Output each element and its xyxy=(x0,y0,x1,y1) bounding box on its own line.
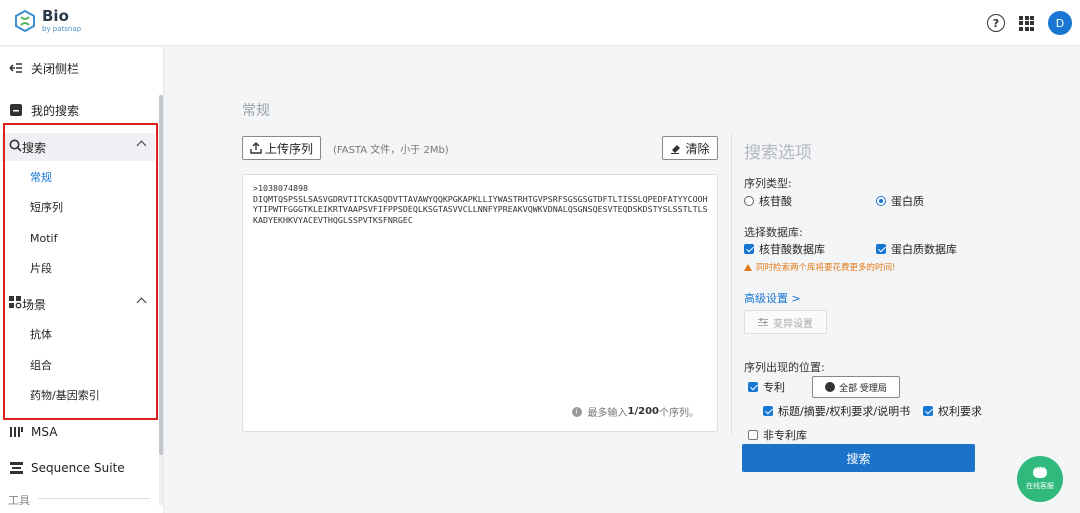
avatar[interactable]: D xyxy=(1048,11,1072,35)
warning-icon xyxy=(744,263,752,271)
warning-text: 同时检索两个库将要花费更多的时间! xyxy=(756,263,896,273)
upload-sequence-button[interactable]: 上传序列 xyxy=(242,136,321,160)
database-label: 选择数据库: xyxy=(744,226,803,239)
info-icon: i xyxy=(571,406,582,417)
checkbox-checked-icon xyxy=(923,406,933,416)
checkbox-checked-icon xyxy=(748,382,758,392)
logo[interactable]: Bio by patsnap xyxy=(14,9,81,33)
options-divider xyxy=(731,134,732,434)
search-options-title: 搜索选项 xyxy=(744,143,812,163)
sequence-type-label: 序列类型: xyxy=(744,177,792,190)
search-button[interactable]: 搜索 xyxy=(742,444,975,472)
radio-label: 核苷酸 xyxy=(759,195,792,208)
sidebar-item-label: 我的搜索 xyxy=(31,103,80,118)
sequence-input[interactable]: >1038074898 DIQMTQSPSSLSASVGDRVTITCKASQD… xyxy=(242,174,718,432)
sidebar-item-short-sequence[interactable]: 短序列 xyxy=(0,192,155,222)
sidebar-section-label: 搜索 xyxy=(22,140,47,155)
checkbox-non-patent[interactable]: 非专利库 xyxy=(748,427,807,443)
sidebar-item-fragment[interactable]: 片段 xyxy=(0,253,155,283)
clear-button[interactable]: 清除 xyxy=(662,136,718,160)
mutation-settings-button[interactable]: 变异设置 xyxy=(744,310,827,334)
sidebar: 关闭侧栏 我的搜索 搜索 常规 短序列 Motif 片段 场景 抗体 组合 药物… xyxy=(0,47,164,513)
upload-hint: (FASTA 文件，小于 2Mb) xyxy=(333,145,449,156)
page-title: 常规 xyxy=(242,103,270,119)
logo-subtitle: by patsnap xyxy=(42,25,82,33)
sidebar-item-label: Sequence Suite xyxy=(31,461,125,475)
sidebar-item-my-search[interactable]: 我的搜索 xyxy=(0,95,160,125)
suite-icon xyxy=(9,461,23,475)
checkbox-unchecked-icon xyxy=(748,430,758,440)
sequence-text[interactable]: >1038074898 DIQMTQSPSSLSASVGDRVTITCKASQD… xyxy=(253,183,709,225)
checkbox-label: 权利要求 xyxy=(938,405,982,418)
eraser-icon xyxy=(671,144,681,154)
checkbox-protein-db[interactable]: 蛋白质数据库 xyxy=(876,241,957,257)
checkbox-label: 核苷酸数据库 xyxy=(759,243,825,256)
upload-icon xyxy=(250,142,262,154)
radio-selected-icon xyxy=(876,196,886,206)
checkbox-patent[interactable]: 专利 xyxy=(748,379,785,395)
upload-label: 上传序列 xyxy=(264,141,313,156)
checkbox-label: 非专利库 xyxy=(763,429,807,442)
office-label: 全部 受理局 xyxy=(839,383,887,394)
logo-title: Bio xyxy=(42,7,69,25)
max-hint-prefix: 最多输入 xyxy=(587,408,628,419)
radio-label: 蛋白质 xyxy=(891,195,924,208)
sidebar-section-search[interactable]: 搜索 xyxy=(2,133,155,161)
position-label: 序列出现的位置: xyxy=(744,361,825,374)
help-icon[interactable]: ? xyxy=(987,14,1005,32)
mutation-settings-label: 变异设置 xyxy=(773,318,813,330)
checkbox-checked-icon xyxy=(876,244,886,254)
radio-icon xyxy=(744,196,754,206)
max-hint-count: 1/200 xyxy=(627,406,659,417)
checkbox-checked-icon xyxy=(763,406,773,416)
chevron-up-icon xyxy=(136,140,147,151)
checkbox-label: 专利 xyxy=(763,381,785,394)
apps-grid-icon[interactable] xyxy=(1019,15,1034,31)
max-sequence-hint: i 最多输入 1/200 个序列。 xyxy=(571,404,699,419)
sidebar-section-scene[interactable]: 场景 xyxy=(2,290,155,318)
sidebar-item-drug-gene-index[interactable]: 药物/基因索引 xyxy=(0,380,155,410)
sidebar-tools-heading: 工具 xyxy=(8,494,30,507)
advanced-settings-link[interactable]: 高级设置 > xyxy=(744,290,801,306)
bookmark-icon xyxy=(9,103,23,117)
sidebar-item-general[interactable]: 常规 xyxy=(0,162,155,192)
radio-nucleotide[interactable]: 核苷酸 xyxy=(744,193,792,209)
globe-icon xyxy=(825,382,836,392)
bio-logo-icon xyxy=(15,10,35,32)
checkbox-claims[interactable]: 权利要求 xyxy=(923,403,982,419)
chat-icon xyxy=(1033,464,1047,478)
sidebar-scrollbar-thumb[interactable] xyxy=(159,95,163,455)
close-sidebar-button[interactable]: 关闭侧栏 xyxy=(0,53,160,83)
sidebar-item-msa[interactable]: MSA xyxy=(0,417,160,447)
sidebar-item-label: MSA xyxy=(31,425,58,439)
warning-message: 同时检索两个库将要花费更多的时间! xyxy=(744,261,895,273)
radio-protein[interactable]: 蛋白质 xyxy=(876,193,924,209)
collapse-sidebar-icon xyxy=(9,61,23,75)
sidebar-section-label: 场景 xyxy=(22,297,47,312)
checkbox-checked-icon xyxy=(744,244,754,254)
scene-grid-icon xyxy=(9,296,22,312)
msa-icon xyxy=(9,425,23,439)
divider xyxy=(38,498,150,499)
online-support-button[interactable]: 在线客服 xyxy=(1017,456,1063,502)
top-bar: Bio by patsnap ? D xyxy=(0,0,1080,46)
chat-label: 在线客服 xyxy=(1026,482,1054,490)
checkbox-title-abstract[interactable]: 标题/摘要/权利要求/说明书 xyxy=(763,403,910,419)
sidebar-item-antibody[interactable]: 抗体 xyxy=(0,319,155,349)
sidebar-item-motif[interactable]: Motif xyxy=(0,223,155,253)
max-hint-suffix: 个序列。 xyxy=(659,408,699,419)
sidebar-item-combination[interactable]: 组合 xyxy=(0,350,155,380)
checkbox-nucleotide-db[interactable]: 核苷酸数据库 xyxy=(744,241,825,257)
sidebar-item-sequence-suite[interactable]: Sequence Suite xyxy=(0,453,160,483)
settings-sliders-icon xyxy=(758,317,768,326)
patent-office-button[interactable]: 全部 受理局 xyxy=(812,376,900,398)
clear-label: 清除 xyxy=(685,141,710,156)
search-icon xyxy=(9,139,22,155)
checkbox-label: 蛋白质数据库 xyxy=(891,243,957,256)
checkbox-label: 标题/摘要/权利要求/说明书 xyxy=(778,405,911,418)
close-sidebar-label: 关闭侧栏 xyxy=(31,61,80,76)
chevron-up-icon xyxy=(136,297,147,308)
